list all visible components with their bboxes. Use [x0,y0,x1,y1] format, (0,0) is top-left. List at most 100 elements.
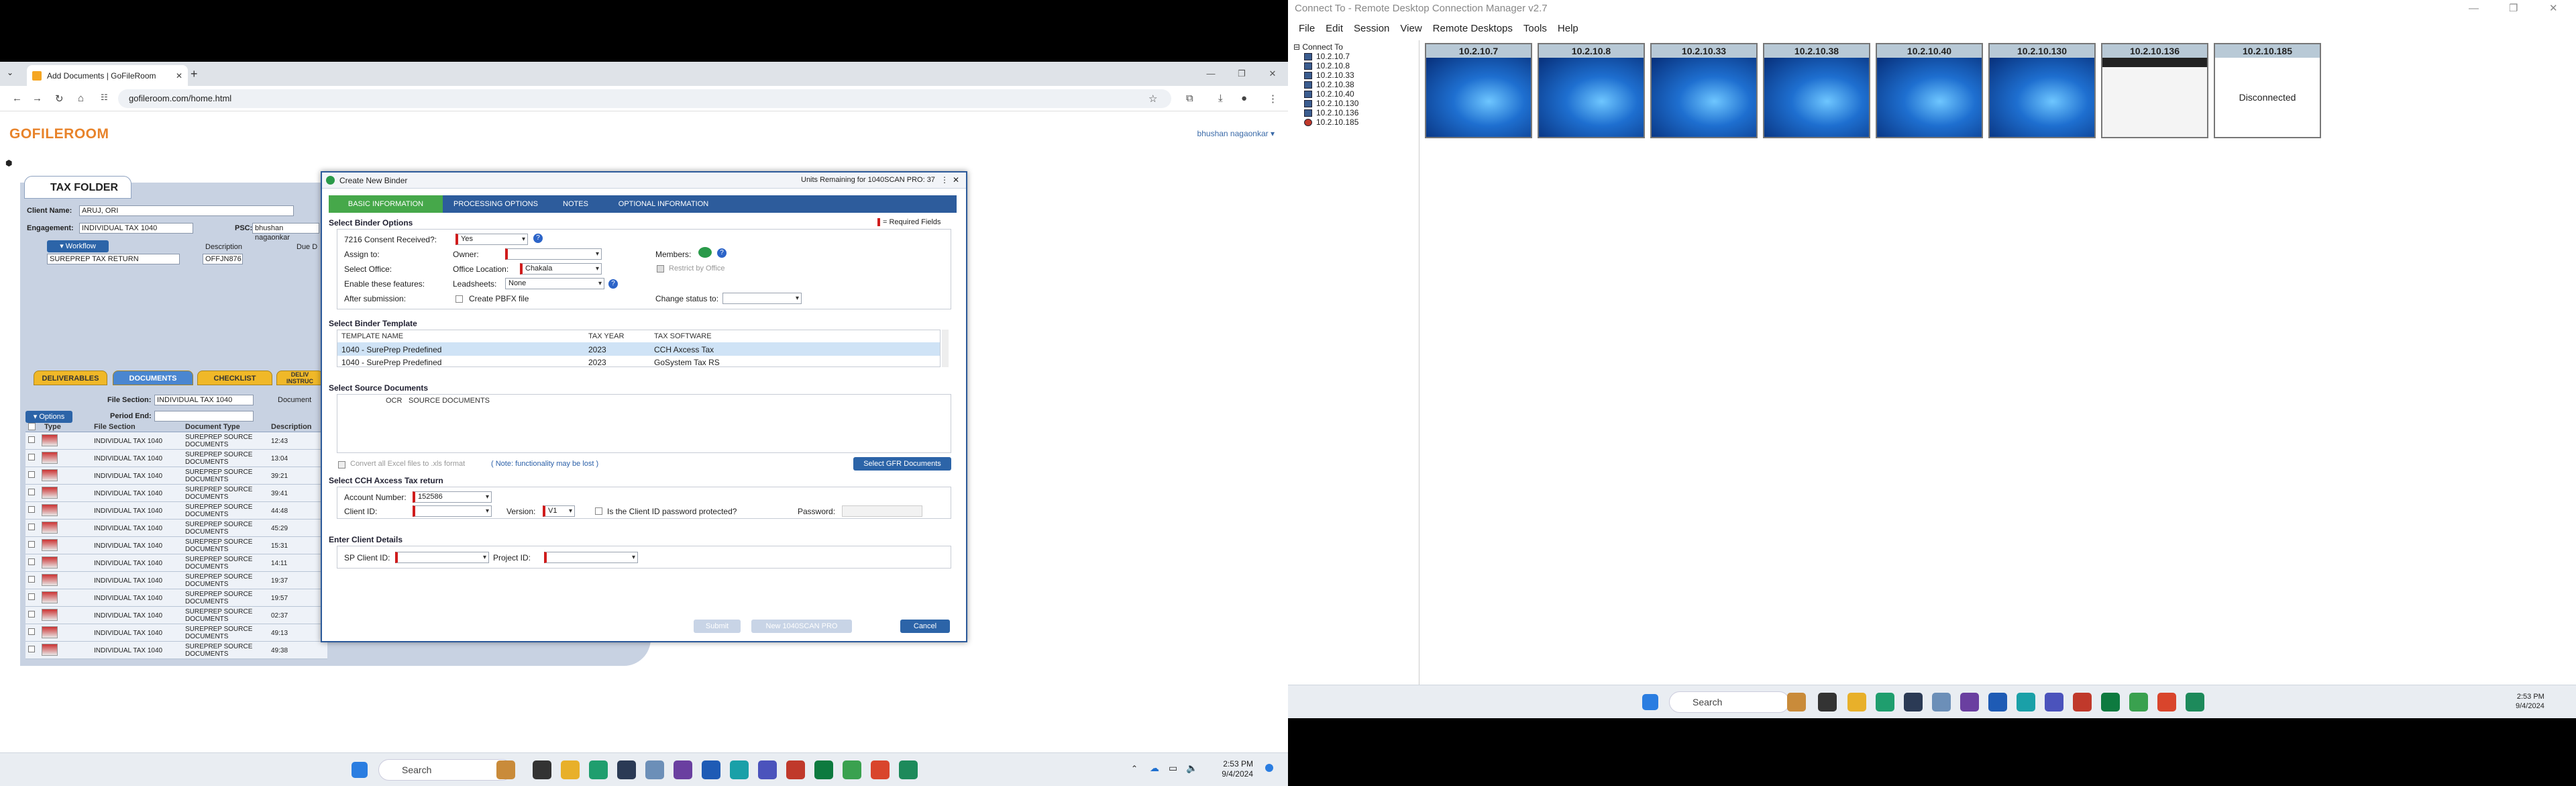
dialog-menu-icon[interactable]: ⋮ [941,175,949,185]
url-input[interactable]: gofileroom.com/home.html [118,89,1171,108]
home-icon[interactable]: ⌂ [78,93,84,104]
pdf-file-icon[interactable] [42,591,58,603]
check-app-icon[interactable] [2186,693,2204,711]
tab-basic-information[interactable]: BASIC INFORMATION [329,195,443,213]
task-view-icon[interactable] [533,760,551,779]
leadsheets-help-icon[interactable]: ? [608,279,618,289]
volume-icon[interactable]: 🔈 [1186,763,1197,774]
server-thumbnail[interactable]: 10.2.10.7 [1425,43,1532,138]
row-checkbox[interactable] [28,436,35,443]
teams-icon[interactable] [758,760,777,779]
bookmark-star-icon[interactable]: ☆ [1148,93,1157,105]
owner-select[interactable] [505,248,602,260]
server-thumbnail[interactable]: 10.2.10.38 [1763,43,1870,138]
edge-icon[interactable] [1876,693,1894,711]
close-window-icon[interactable]: ✕ [1257,62,1288,86]
check-app-icon[interactable] [899,760,918,779]
project-id-field[interactable] [544,552,638,563]
close-tab-icon[interactable]: ✕ [176,71,182,81]
tree-server[interactable]: 10.2.10.130 [1304,99,1358,108]
start-icon[interactable] [352,762,368,778]
network-icon[interactable]: ▭ [1169,763,1177,774]
app-icon[interactable] [730,760,749,779]
site-info-icon[interactable]: ☷ [101,93,108,102]
pdf-file-icon[interactable] [42,609,58,621]
menu-session[interactable]: Session [1354,23,1389,34]
app-icon[interactable] [2101,693,2120,711]
row-checkbox[interactable] [28,489,35,495]
pdf-file-icon[interactable] [42,504,58,516]
table-row[interactable]: INDIVIDUAL TAX 1040 SUREPREP SOURCE DOCUM… [25,520,327,537]
account-number-select[interactable]: 152586 [413,491,492,503]
tab-notes[interactable]: NOTES [549,195,602,213]
collapse-icon[interactable]: ⊟ [1293,42,1302,52]
password-field[interactable] [842,505,922,517]
period-end-select[interactable] [154,411,254,422]
store-icon[interactable] [617,760,636,779]
menu-help[interactable]: Help [1558,23,1578,34]
rdcman-icon[interactable] [645,760,664,779]
office-location-select[interactable]: Chakala [520,263,602,275]
start-icon[interactable] [1642,694,1658,710]
engagement-select[interactable]: INDIVIDUAL TAX 1040 [79,223,193,234]
submit-button[interactable]: Submit [694,620,741,633]
app-icon[interactable] [814,760,833,779]
table-row[interactable]: INDIVIDUAL TAX 1040 SUREPREP SOURCE DOCUM… [25,502,327,520]
browser-tab[interactable]: Add Documents | GoFileRoom ✕ [27,65,188,86]
server-thumbnail[interactable]: 10.2.10.33 [1650,43,1758,138]
taskbar-clock[interactable]: 2:53 PM 9/4/2024 [1222,759,1253,779]
consent-select[interactable]: Yes [455,234,528,245]
tab-optional-information[interactable]: OPTIONAL INFORMATION [606,195,720,213]
tab-documents[interactable]: DOCUMENTS [113,371,193,385]
back-icon[interactable]: ← [12,93,22,104]
table-row[interactable]: INDIVIDUAL TAX 1040 SUREPREP SOURCE DOCUM… [25,554,327,572]
table-row[interactable]: INDIVIDUAL TAX 1040 SUREPREP SOURCE DOCUM… [25,432,327,450]
teams-icon[interactable] [2045,693,2063,711]
minimize-icon[interactable]: — [1195,62,1226,86]
pdf-file-icon[interactable] [42,556,58,569]
table-row[interactable]: INDIVIDUAL TAX 1040 SUREPREP SOURCE DOCUM… [25,589,327,607]
extensions-icon[interactable]: ⧉ [1186,93,1193,104]
members-help-icon[interactable]: ? [717,248,727,258]
table-row[interactable]: INDIVIDUAL TAX 1040 SUREPREP SOURCE DOCUM… [25,485,327,502]
workflow-select[interactable]: SUREPREP TAX RETURN [47,254,180,264]
tree-root[interactable]: ⊟ Connect To [1293,42,1343,52]
row-checkbox[interactable] [28,558,35,565]
menu-view[interactable]: View [1400,23,1421,34]
row-checkbox[interactable] [28,593,35,600]
edge-icon[interactable] [589,760,608,779]
pdf-file-icon[interactable] [42,644,58,656]
menu-file[interactable]: File [1299,23,1315,34]
leadsheets-select[interactable]: None [505,278,604,289]
row-checkbox[interactable] [28,646,35,652]
chrome-icon[interactable] [871,760,890,779]
dialog-close-icon[interactable]: ✕ [953,175,959,185]
table-row[interactable]: INDIVIDUAL TAX 1040 SUREPREP SOURCE DOCUM… [25,624,327,642]
pdf-file-icon[interactable] [42,626,58,638]
tree-server[interactable]: 10.2.10.40 [1304,89,1354,99]
table-row[interactable]: INDIVIDUAL TAX 1040 SUREPREP SOURCE DOCUM… [25,450,327,467]
row-checkbox[interactable] [28,471,35,478]
outlook-icon[interactable] [1988,693,2007,711]
table-row[interactable]: INDIVIDUAL TAX 1040 SUREPREP SOURCE DOCUM… [25,607,327,624]
teams-notify-icon[interactable] [2073,693,2092,711]
new-1040scan-button[interactable]: New 1040SCAN PRO [751,620,852,633]
user-menu[interactable]: bhushan nagaonkar ▾ [1197,129,1275,138]
sp-client-id-field[interactable] [395,552,489,563]
download-icon[interactable]: ⤓ [1218,93,1223,104]
template-scrollbar[interactable] [942,330,949,367]
app-icon[interactable] [2017,693,2035,711]
pdf-file-icon[interactable] [42,574,58,586]
tree-server[interactable]: 10.2.10.185 [1304,117,1358,127]
show-hidden-icons-icon[interactable]: ⌃ [1131,764,1138,773]
client-name-field[interactable]: ARUJ, ORI [79,205,294,216]
teams-notify-icon[interactable] [786,760,805,779]
rdcman-icon[interactable] [1932,693,1951,711]
rd-close-icon[interactable]: ✕ [2549,0,2558,17]
row-checkbox[interactable] [28,524,35,530]
tree-server[interactable]: 10.2.10.38 [1304,80,1354,89]
outlook-icon[interactable] [702,760,720,779]
more-menu-icon[interactable]: ⋮ [1268,93,1278,105]
row-checkbox[interactable] [28,506,35,513]
row-checkbox[interactable] [28,576,35,583]
